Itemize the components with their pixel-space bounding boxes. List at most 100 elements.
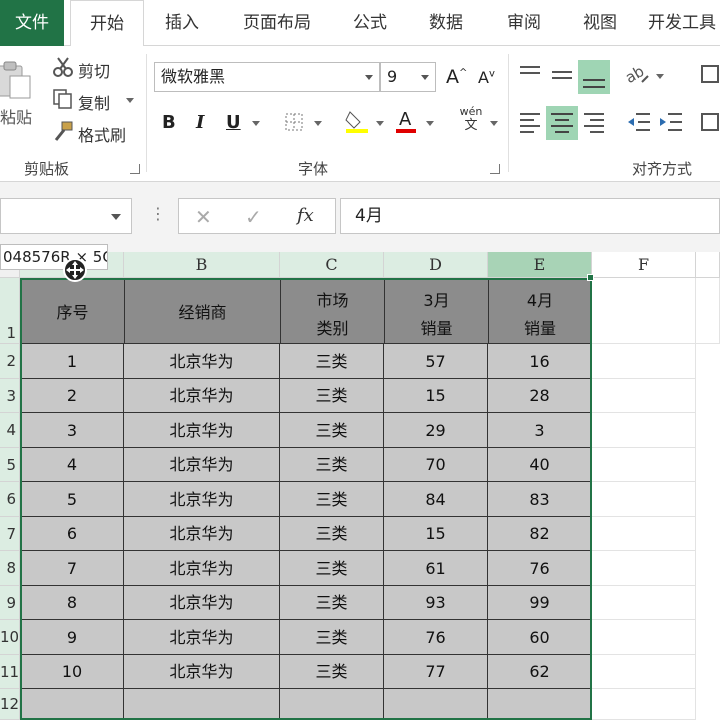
copy-icon[interactable]: [52, 88, 74, 110]
underline-button[interactable]: U: [226, 112, 241, 133]
copy-button[interactable]: 复制: [78, 90, 110, 114]
tab-home[interactable]: 开始: [70, 0, 144, 47]
table-cell[interactable]: 三类: [280, 344, 384, 379]
table-cell[interactable]: 10: [20, 655, 124, 689]
table-cell[interactable]: 3: [20, 413, 124, 448]
table-header-cell[interactable]: 序号: [20, 278, 125, 344]
row-header[interactable]: 2: [0, 344, 20, 379]
paste-button-label[interactable]: 粘贴: [0, 104, 32, 128]
format-painter-button[interactable]: 格式刷: [78, 122, 126, 146]
table-header-cell[interactable]: 3月 销量: [384, 278, 489, 344]
table-cell[interactable]: 57: [384, 344, 488, 379]
bold-button[interactable]: B: [162, 112, 176, 133]
empty-cell[interactable]: [592, 482, 696, 517]
table-cell[interactable]: 82: [488, 517, 592, 551]
row-header[interactable]: 1: [0, 278, 20, 344]
column-header-d[interactable]: D: [384, 252, 488, 278]
empty-cell[interactable]: [592, 689, 696, 720]
column-header-g[interactable]: [696, 252, 720, 278]
table-cell[interactable]: 28: [488, 379, 592, 413]
table-cell[interactable]: 三类: [280, 655, 384, 689]
table-cell[interactable]: 6: [20, 517, 124, 551]
row-header[interactable]: 7: [0, 517, 20, 551]
table-cell[interactable]: 北京华为: [124, 379, 280, 413]
align-center-button[interactable]: [546, 106, 578, 140]
table-cell[interactable]: 三类: [280, 379, 384, 413]
enter-icon[interactable]: ✓: [245, 205, 262, 229]
table-cell[interactable]: 三类: [280, 517, 384, 551]
grow-font-button[interactable]: A^: [446, 66, 467, 88]
row-header[interactable]: 8: [0, 551, 20, 586]
table-cell[interactable]: [488, 689, 592, 720]
table-header-cell[interactable]: 4月 销量: [488, 278, 592, 344]
column-header-e[interactable]: E: [488, 252, 592, 278]
table-cell[interactable]: 40: [488, 448, 592, 482]
table-cell[interactable]: 4: [20, 448, 124, 482]
empty-cell[interactable]: [592, 551, 696, 586]
table-cell[interactable]: 北京华为: [124, 344, 280, 379]
row-header[interactable]: 9: [0, 586, 20, 620]
table-cell[interactable]: 三类: [280, 551, 384, 586]
table-cell[interactable]: 15: [384, 379, 488, 413]
empty-cell[interactable]: [592, 620, 696, 655]
scissors-icon[interactable]: [52, 56, 74, 78]
table-cell[interactable]: 北京华为: [124, 551, 280, 586]
clipboard-dialog-launcher[interactable]: [130, 164, 140, 174]
row-header[interactable]: 5: [0, 448, 20, 482]
table-cell[interactable]: 77: [384, 655, 488, 689]
fill-color-dropdown-icon[interactable]: [376, 121, 384, 126]
table-cell[interactable]: 70: [384, 448, 488, 482]
table-cell[interactable]: 76: [384, 620, 488, 655]
cancel-icon[interactable]: ✕: [195, 205, 212, 229]
table-cell[interactable]: 北京华为: [124, 586, 280, 620]
font-name-select[interactable]: 微软雅黑: [154, 62, 380, 92]
column-header-f[interactable]: F: [592, 252, 696, 278]
wrap-text-icon[interactable]: [700, 62, 720, 86]
border-icon[interactable]: [284, 112, 304, 132]
copy-dropdown-icon[interactable]: [126, 98, 134, 103]
decrease-indent-icon[interactable]: [626, 110, 652, 134]
row-header[interactable]: 11: [0, 655, 20, 689]
orientation-dropdown-icon[interactable]: [656, 74, 664, 79]
table-cell[interactable]: 29: [384, 413, 488, 448]
phonetic-dropdown-icon[interactable]: [490, 121, 498, 126]
table-cell[interactable]: 三类: [280, 586, 384, 620]
table-cell[interactable]: 北京华为: [124, 620, 280, 655]
table-cell[interactable]: 2: [20, 379, 124, 413]
border-dropdown-icon[interactable]: [314, 121, 322, 126]
tab-developer[interactable]: 开发工具: [648, 0, 720, 46]
empty-cell[interactable]: [592, 655, 696, 689]
table-cell[interactable]: 1: [20, 344, 124, 379]
tab-formulas[interactable]: 公式: [340, 0, 400, 46]
cut-button[interactable]: 剪切: [78, 58, 110, 82]
merge-center-icon[interactable]: [700, 110, 720, 134]
table-cell[interactable]: [20, 689, 124, 720]
table-cell[interactable]: 83: [488, 482, 592, 517]
shrink-font-button[interactable]: Av: [478, 68, 495, 87]
empty-cell[interactable]: [592, 278, 696, 344]
row-header[interactable]: 12: [0, 689, 20, 720]
formula-input[interactable]: 4月: [340, 198, 720, 234]
insert-function-icon[interactable]: fx: [297, 205, 314, 226]
table-cell[interactable]: 99: [488, 586, 592, 620]
empty-cell[interactable]: [592, 517, 696, 551]
empty-cell[interactable]: [592, 379, 696, 413]
table-cell[interactable]: [384, 689, 488, 720]
increase-indent-icon[interactable]: [658, 110, 684, 134]
name-box[interactable]: [0, 198, 132, 234]
chevron-down-icon[interactable]: [111, 214, 121, 220]
table-cell[interactable]: 三类: [280, 448, 384, 482]
row-header[interactable]: 10: [0, 620, 20, 655]
table-cell[interactable]: 8: [20, 586, 124, 620]
align-left-icon[interactable]: [518, 110, 542, 134]
tab-view[interactable]: 视图: [570, 0, 630, 46]
align-middle-icon[interactable]: [550, 64, 574, 84]
font-dialog-launcher[interactable]: [490, 164, 500, 174]
table-cell[interactable]: 北京华为: [124, 517, 280, 551]
table-cell[interactable]: 62: [488, 655, 592, 689]
empty-cell[interactable]: [592, 586, 696, 620]
table-cell[interactable]: 三类: [280, 482, 384, 517]
row-header[interactable]: 6: [0, 482, 20, 517]
align-bottom-button[interactable]: [578, 60, 610, 94]
empty-cell[interactable]: [592, 413, 696, 448]
